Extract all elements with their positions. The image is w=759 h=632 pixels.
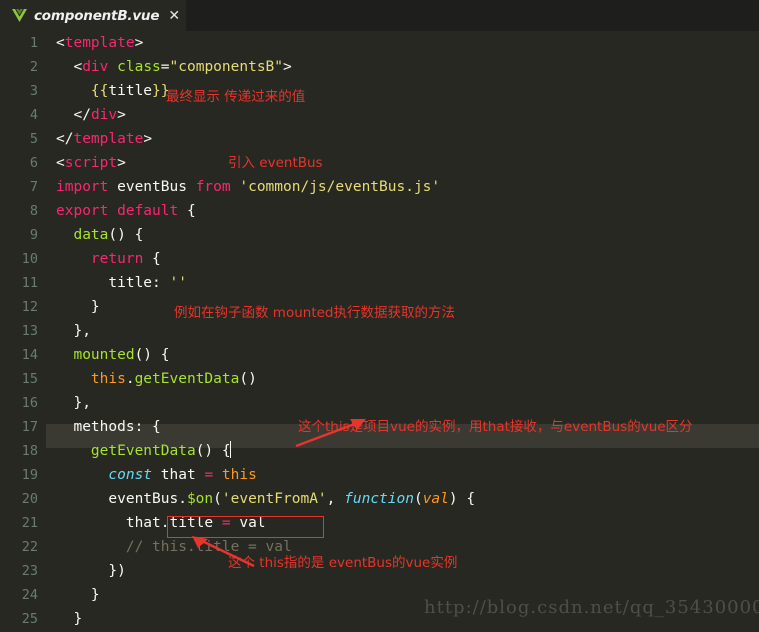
code-text: data() { [73, 227, 144, 243]
code-line[interactable]: 5 </template> [0, 127, 759, 151]
code-line[interactable]: 9 data() { [0, 223, 759, 247]
vue-logo-icon [12, 9, 27, 22]
tab-bar: componentB.vue ✕ [0, 0, 759, 31]
annotation-line23: 这个 this指的是 eventBus的vue实例 [228, 555, 458, 571]
line-number: 7 [29, 179, 38, 195]
code-text: <script> [56, 155, 126, 171]
code-text: <template> [56, 35, 144, 51]
line-number: 5 [29, 131, 38, 147]
line-number: 10 [21, 251, 38, 267]
line-number: 20 [21, 491, 38, 507]
line-number: 8 [29, 203, 38, 219]
line-number: 24 [21, 587, 38, 603]
line-number: 3 [29, 83, 38, 99]
code-line[interactable]: 11 title: '' [0, 271, 759, 295]
code-line[interactable]: 7 import eventBus from 'common/js/eventBu… [0, 175, 759, 199]
code-text: const that = this [108, 467, 257, 483]
code-line[interactable]: 2 <div class="componentsB"> [0, 55, 759, 79]
code-line[interactable]: 14 mounted() { [0, 343, 759, 367]
code-text: title: '' [56, 275, 187, 291]
code-line[interactable]: 1 <template> [0, 31, 759, 55]
code-text: <div class="componentsB"> [73, 59, 292, 75]
code-line[interactable]: 20 eventBus.$on('eventFromA', function(v… [0, 487, 759, 511]
code-text: </div> [73, 107, 126, 123]
line-number: 16 [21, 395, 38, 411]
annotation-line18: 这个this是项目vue的实例，用that接收，与eventBus的vue区分 [298, 419, 693, 435]
line-number: 21 [21, 515, 38, 531]
code-text: } [90, 587, 100, 603]
line-number: 19 [21, 467, 38, 483]
code-text: } [73, 611, 83, 627]
close-icon[interactable]: ✕ [168, 9, 180, 23]
tab-filename: componentB.vue [34, 7, 160, 24]
code-text: methods: { [56, 419, 161, 435]
line-number: 18 [21, 443, 38, 459]
line-number: 2 [29, 59, 38, 75]
code-line[interactable]: 4 </div> [0, 103, 759, 127]
tab-componentb-vue[interactable]: componentB.vue ✕ [0, 0, 186, 31]
code-text: return { [90, 251, 161, 267]
annotation-line13: 例如在钩子函数 mounted执行数据获取的方法 [174, 305, 455, 321]
code-text: }, [73, 395, 91, 411]
code-line[interactable]: 13 }, [0, 319, 759, 343]
annotation-line3: 最终显示 传递过来的值 [166, 89, 306, 105]
line-number: 13 [21, 323, 38, 339]
text-cursor [229, 441, 231, 458]
line-number: 6 [29, 155, 38, 171]
code-line[interactable]: 3 {{title}} [0, 79, 759, 103]
code-line[interactable]: 18 getEventData() { [0, 439, 759, 463]
code-text: } [90, 299, 100, 315]
line-number: 17 [21, 419, 38, 435]
code-text: </template> [56, 131, 153, 147]
code-line[interactable]: 21 that.title = val [0, 511, 759, 535]
line-number: 22 [21, 539, 38, 555]
code-text: }) [108, 563, 126, 579]
line-number: 15 [21, 371, 38, 387]
code-line[interactable]: 16 }, [0, 391, 759, 415]
code-text: eventBus.$on('eventFromA', function(val)… [56, 491, 476, 507]
line-number: 9 [29, 227, 38, 243]
annotation-line6: 引入 eventBus [228, 155, 323, 171]
code-editor-window: componentB.vue ✕ 1 <template> 2 <div class… [0, 0, 759, 632]
code-text: }, [73, 323, 91, 339]
code-text: export default { [56, 203, 196, 219]
editor-body[interactable]: 1 <template> 2 <div class="componentsB"> 3 … [0, 31, 759, 632]
code-text: getEventData() { [90, 441, 231, 459]
line-number: 14 [21, 347, 38, 363]
code-line[interactable]: 19 const that = this [0, 463, 759, 487]
watermark-url: http://blog.csdn.net/qq_35430000 [424, 597, 759, 618]
line-number: 25 [21, 611, 38, 627]
line-number: 12 [21, 299, 38, 315]
code-text: that.title = val [56, 515, 266, 531]
code-line[interactable]: 6 <script> [0, 151, 759, 175]
code-text: {{title}} [90, 83, 170, 99]
code-text: import eventBus from 'common/js/eventBus… [56, 179, 441, 195]
code-text: this.getEventData() [90, 371, 257, 387]
code-line[interactable]: 8 export default { [0, 199, 759, 223]
code-line[interactable]: 15 this.getEventData() [0, 367, 759, 391]
code-line[interactable]: 10 return { [0, 247, 759, 271]
line-number: 23 [21, 563, 38, 579]
line-number: 4 [29, 107, 38, 123]
code-lines[interactable]: 1 <template> 2 <div class="componentsB"> 3 … [0, 31, 759, 632]
line-number: 11 [21, 275, 38, 291]
code-text: mounted() { [73, 347, 170, 363]
line-number: 1 [29, 35, 38, 51]
